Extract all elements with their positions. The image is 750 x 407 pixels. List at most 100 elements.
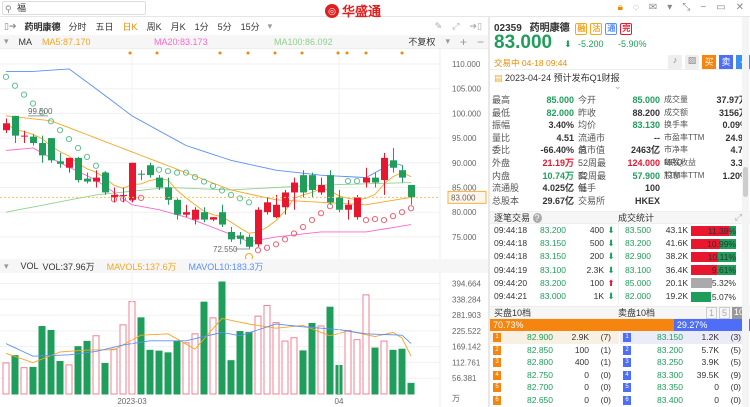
volume-bar[interactable] — [29, 366, 37, 395]
event-marker[interactable] — [218, 51, 222, 55]
volume-bar[interactable] — [101, 362, 109, 395]
maximize-icon[interactable]: ▭ — [716, 2, 725, 13]
candle[interactable] — [102, 172, 109, 193]
adjust-select[interactable]: 不复权 — [408, 35, 435, 48]
mail-icon[interactable]: ✉ — [649, 2, 657, 13]
volume-bar[interactable] — [299, 350, 307, 395]
event-marker[interactable] — [300, 51, 304, 55]
minimize-icon[interactable]: − — [700, 2, 706, 13]
candle[interactable] — [57, 161, 64, 164]
candle[interactable] — [354, 197, 361, 218]
volume-bar[interactable] — [92, 335, 100, 395]
chevron-down-icon[interactable]: ▾ — [268, 21, 273, 32]
scrollbar[interactable] — [742, 17, 749, 407]
candle[interactable] — [363, 177, 370, 183]
shrink-icon[interactable]: ⤡ — [682, 2, 690, 13]
volume-bar[interactable] — [191, 333, 199, 395]
volume-bar[interactable] — [173, 340, 181, 395]
volume-bar[interactable] — [137, 317, 145, 395]
candle[interactable] — [282, 192, 289, 208]
candle[interactable] — [138, 173, 145, 175]
candle[interactable] — [300, 175, 307, 193]
volume-bar[interactable] — [182, 342, 190, 395]
candle[interactable] — [75, 157, 82, 181]
volume-bar[interactable] — [371, 347, 379, 395]
volume-bar[interactable] — [227, 360, 235, 395]
candle[interactable] — [93, 177, 100, 182]
candle[interactable] — [390, 160, 397, 168]
candle[interactable] — [147, 165, 154, 176]
volume-bar[interactable] — [218, 281, 226, 395]
volume-bar[interactable] — [65, 364, 73, 395]
panel-toggle-icon[interactable]: ▯➔ — [4, 21, 17, 32]
ask-row[interactable]: 2 83.200 5.7K (5) — [620, 344, 749, 357]
bid-row[interactable]: 2 82.850 100 (1) — [490, 344, 619, 357]
pencil-icon[interactable]: ✎ — [435, 21, 443, 32]
volume-bar[interactable] — [290, 337, 298, 395]
candle[interactable] — [381, 157, 388, 181]
volume-bar[interactable] — [146, 349, 154, 395]
volume-bar[interactable] — [11, 355, 19, 395]
candle[interactable] — [408, 185, 415, 198]
bid-row[interactable]: 3 82.800 400 (1) — [490, 356, 619, 369]
volume-chart[interactable]: 394.664 338.284 281.903 225.522 169.142 112.7… — [0, 273, 488, 407]
scrollbar-thumb[interactable] — [743, 167, 748, 197]
volume-bar[interactable] — [317, 325, 325, 395]
candle[interactable] — [327, 175, 334, 203]
candle[interactable] — [237, 235, 244, 239]
volume-bar[interactable] — [380, 340, 388, 395]
period-tab[interactable]: 1分 — [195, 20, 209, 33]
bid-row[interactable]: 6 82.650 0 (0) — [490, 394, 619, 407]
short-badge[interactable]: 沽 — [590, 23, 603, 35]
share-icon[interactable]: ▨ — [685, 55, 699, 69]
connect-badge[interactable]: 通 — [605, 23, 618, 35]
candle[interactable] — [48, 138, 55, 161]
candle[interactable] — [192, 209, 199, 220]
candle[interactable] — [291, 182, 298, 193]
candle[interactable] — [210, 217, 217, 220]
volume-bar[interactable] — [281, 340, 289, 395]
candle[interactable] — [183, 212, 190, 215]
ask-row[interactable]: 4 83.300 39.5K (9) — [620, 369, 749, 382]
bid-row[interactable]: 5 82.700 0 (0) — [490, 381, 619, 394]
candle[interactable] — [255, 209, 262, 245]
zoom-out-icon[interactable]: − — [477, 35, 488, 49]
candlestick-chart[interactable]: 110.000105.000100.00095.00090.00085.0008… — [0, 49, 488, 259]
candle[interactable] — [84, 178, 91, 182]
candle[interactable] — [246, 236, 253, 247]
event-marker[interactable] — [345, 51, 349, 55]
candle[interactable] — [264, 202, 271, 213]
bid-row[interactable]: 1 82.900 2.9K (7) — [490, 331, 619, 344]
collapse-icon[interactable]: ➔▯ — [470, 21, 483, 32]
candle[interactable] — [219, 212, 226, 225]
announcement[interactable]: ▤ 2023-04-24 预计发布Q1财报 — [494, 71, 620, 84]
event-marker[interactable] — [273, 51, 277, 55]
volume-bar[interactable] — [20, 367, 28, 395]
bid-row[interactable]: 4 82.750 0 (0) — [490, 369, 619, 382]
volume-bar[interactable] — [353, 339, 361, 395]
margin-badge[interactable]: 融 — [575, 23, 588, 35]
ask-row[interactable]: 5 83.350 0 (0) — [620, 381, 749, 394]
sell-button[interactable]: 卖 — [719, 55, 733, 69]
volume-bar[interactable] — [2, 362, 10, 395]
candle[interactable] — [12, 115, 19, 136]
volume-bar[interactable] — [308, 322, 316, 395]
candle[interactable] — [228, 231, 235, 240]
ask-row[interactable]: 6 83.400 0 (0) — [620, 394, 749, 407]
period-tab[interactable]: 日K — [123, 20, 138, 33]
volume-bar[interactable] — [47, 329, 55, 395]
volume-bar[interactable] — [110, 348, 118, 395]
depth-1-button[interactable]: 1 — [705, 306, 717, 319]
candle[interactable] — [336, 197, 343, 210]
event-marker[interactable] — [155, 51, 159, 55]
volume-bar[interactable] — [236, 331, 244, 395]
volume-bar[interactable] — [119, 324, 127, 395]
period-tab[interactable]: 15分 — [241, 20, 260, 33]
fullscreen-icon[interactable]: ⤢ — [452, 21, 459, 32]
candle[interactable] — [66, 157, 73, 168]
candle[interactable] — [345, 204, 352, 210]
search-input[interactable]: ⚲ 福 — [2, 1, 146, 15]
volume-bar[interactable] — [164, 352, 172, 395]
event-marker[interactable] — [400, 51, 404, 55]
volume-bar[interactable] — [83, 340, 91, 395]
